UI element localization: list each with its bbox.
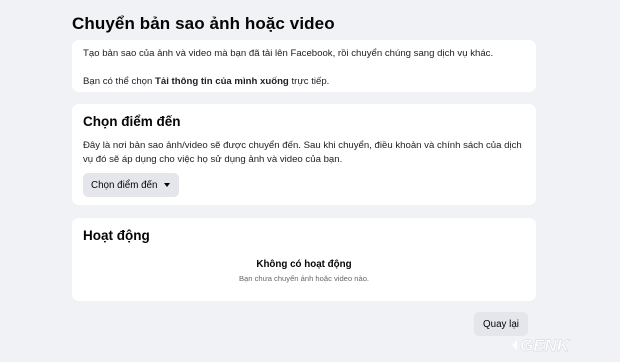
genk-watermark-logo: GENK — [512, 336, 571, 355]
back-button[interactable]: Quay lại — [474, 312, 528, 336]
intro-download-note: Bạn có thể chọn Tải thông tin của mình x… — [83, 75, 525, 88]
activity-heading: Hoạt động — [83, 228, 150, 243]
download-info-link[interactable]: Tải thông tin của mình xuống — [155, 76, 289, 87]
choose-destination-label: Chọn điểm đến — [91, 179, 158, 191]
empty-state-subtitle: Bạn chưa chuyển ảnh hoặc video nào. — [238, 274, 370, 283]
page-title: Chuyển bản sao ảnh hoặc video — [72, 14, 335, 33]
destination-heading: Chọn điểm đến — [83, 114, 181, 129]
intro-download-suffix: trực tiếp. — [288, 76, 330, 87]
intro-description: Tạo bản sao của ảnh và video mà bạn đã t… — [83, 48, 494, 59]
intro-download-prefix: Bạn có thể chọn — [83, 76, 156, 87]
intro-card: Tạo bản sao của ảnh và video mà bạn đã t… — [72, 40, 536, 92]
choose-destination-button[interactable]: Chọn điểm đến — [83, 173, 180, 197]
caret-down-icon — [164, 183, 171, 187]
watermark-text: GENK — [520, 336, 571, 355]
empty-state-title: Không có hoạt động — [256, 259, 352, 270]
destination-card: Chọn điểm đến Đây là nơi bản sao ảnh/vid… — [72, 104, 536, 205]
back-button-label: Quay lại — [483, 318, 519, 330]
destination-description: Đây là nơi bản sao ảnh/video sẽ được chu… — [83, 140, 522, 165]
activity-card: Hoạt động Không có hoạt động Bạn chưa ch… — [72, 218, 536, 301]
